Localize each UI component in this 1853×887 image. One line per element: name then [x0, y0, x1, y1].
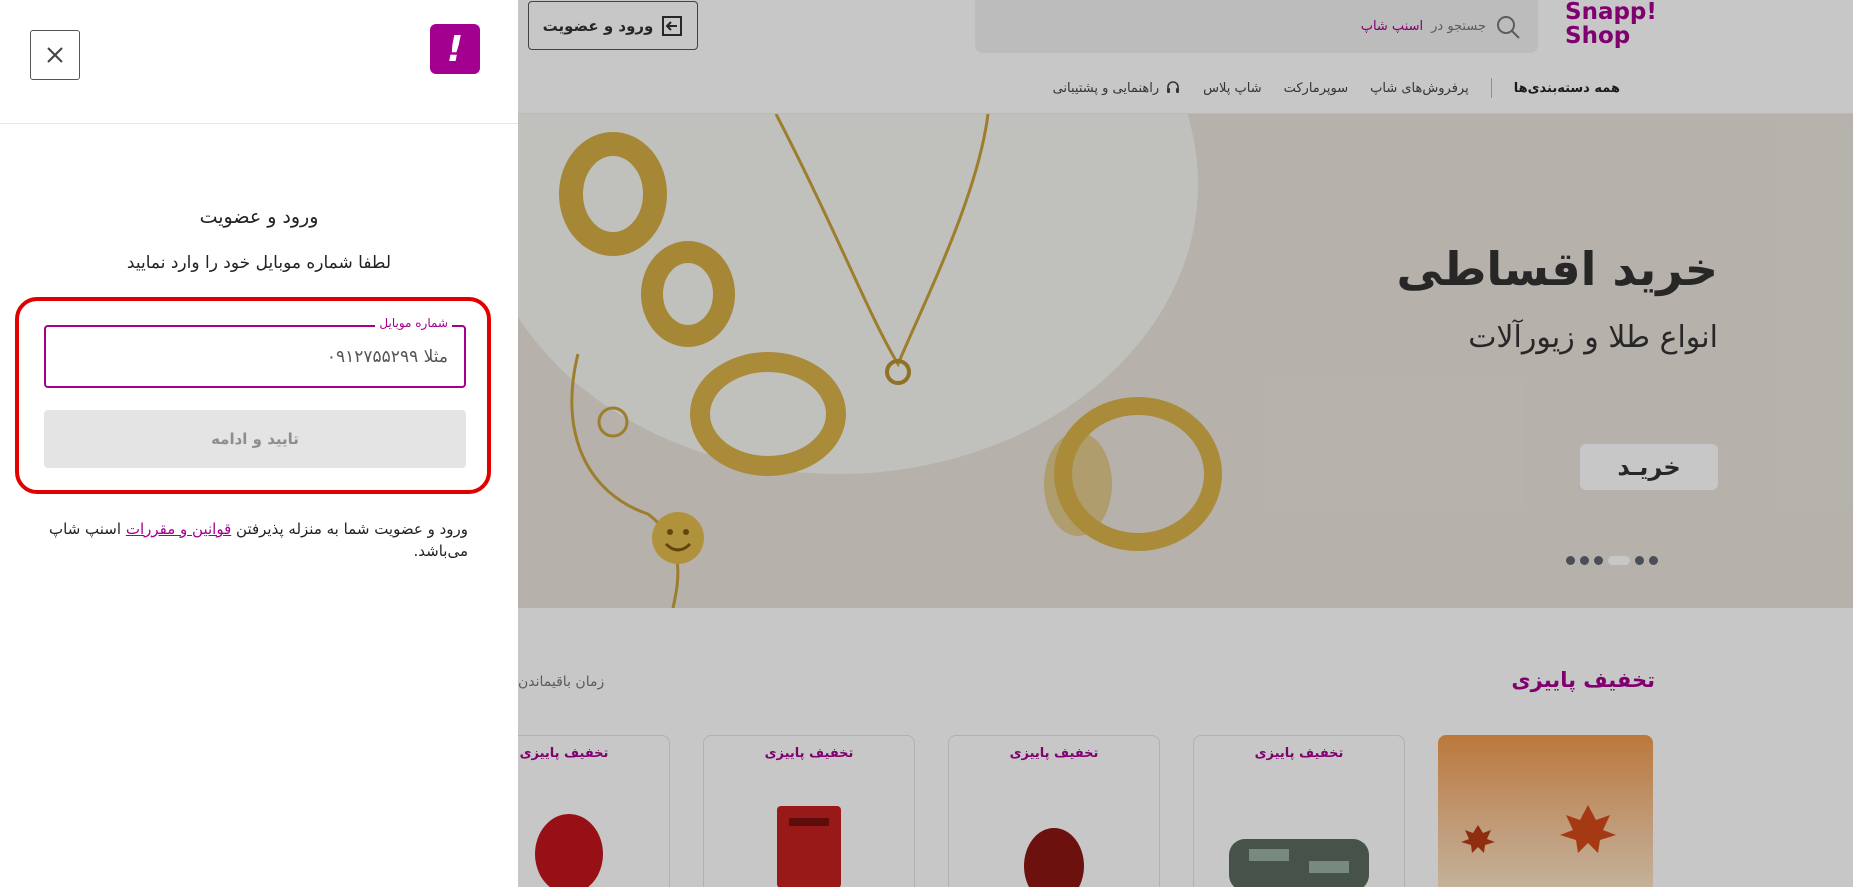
close-icon	[47, 47, 63, 63]
phone-input[interactable]	[46, 327, 464, 386]
login-drawer: ! ورود و عضویت لطفا شماره موبایل خود را …	[0, 0, 518, 887]
drawer-title: ورود و عضویت	[199, 206, 319, 228]
drawer-subtitle: لطفا شماره موبایل خود را وارد نمایید	[126, 253, 392, 273]
terms-text: ورود و عضویت شما به منزله پذیرفتن قوانین…	[40, 518, 468, 562]
terms-link[interactable]: قوانین و مقررات	[126, 520, 231, 538]
phone-field: شماره موبایل	[44, 316, 466, 388]
drawer-header: !	[0, 0, 518, 124]
close-button[interactable]	[30, 30, 80, 80]
confirm-continue-button[interactable]: تایید و ادامه	[44, 410, 466, 468]
terms-text-before: ورود و عضویت شما به منزله پذیرفتن	[236, 520, 468, 538]
snapp-shop-logo-icon: !	[430, 24, 480, 74]
